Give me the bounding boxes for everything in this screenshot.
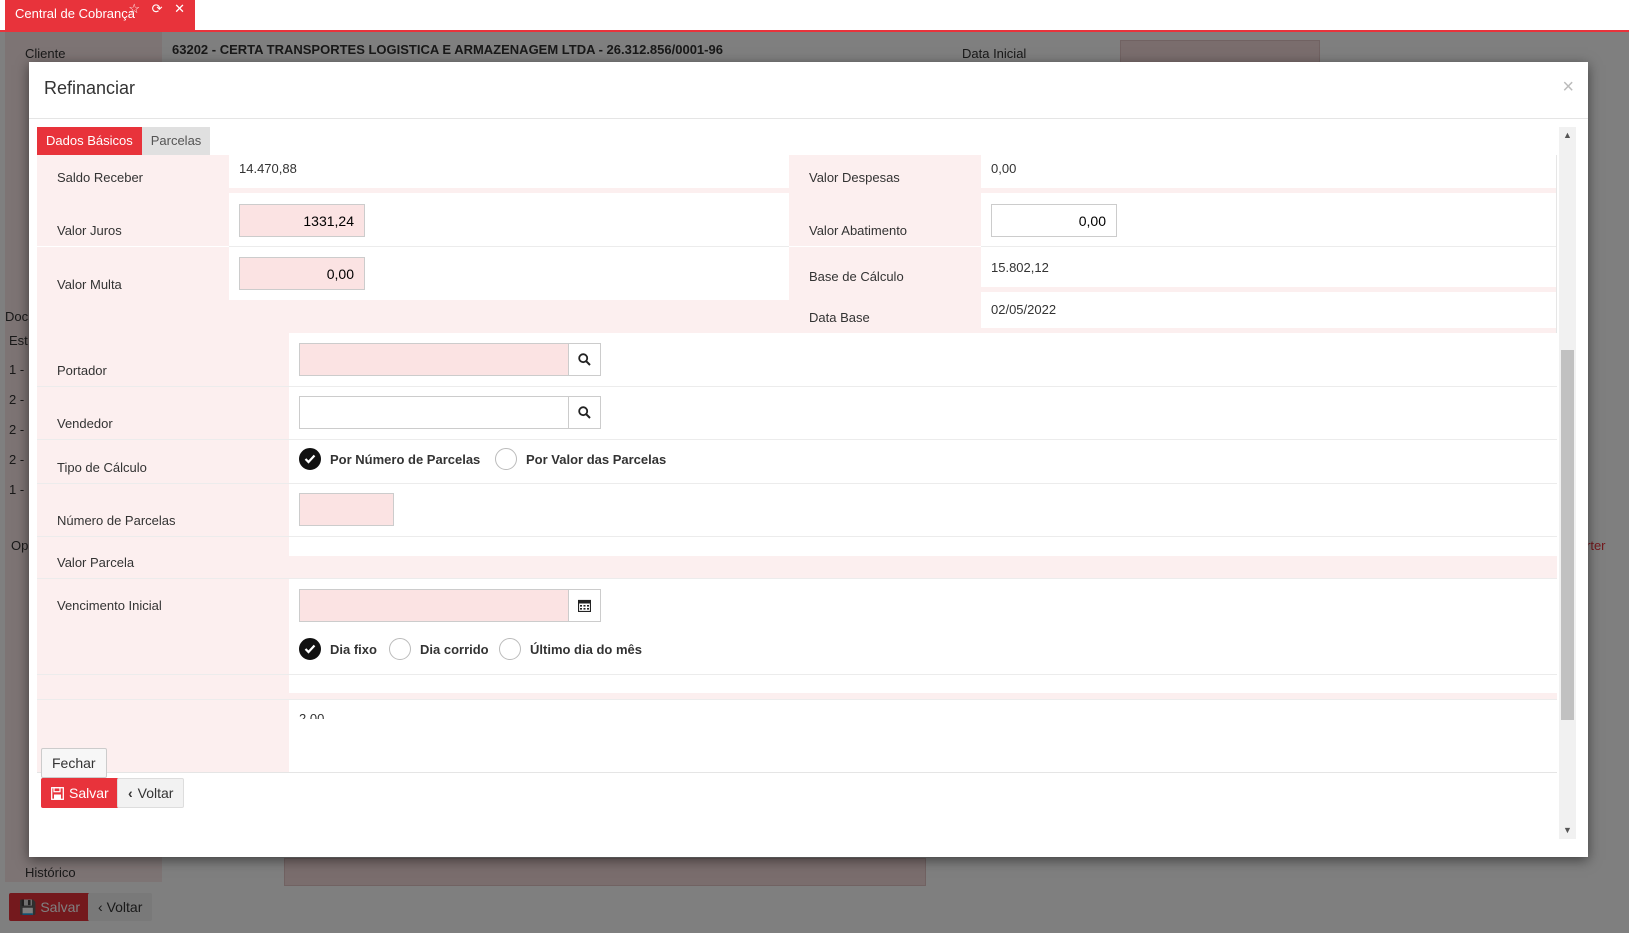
- search-icon: [578, 406, 591, 419]
- form-scrollbar[interactable]: ▲ ▼: [1559, 127, 1576, 839]
- portador-search-button[interactable]: [568, 343, 601, 376]
- tab-action-icons[interactable]: ☆ ⟳ ✕: [128, 1, 189, 17]
- radio-dia-fixo[interactable]: Dia fixo: [299, 638, 377, 660]
- chevron-left-icon: ‹: [128, 785, 133, 801]
- cut-off-value: 2,00: [299, 711, 325, 719]
- radio-unchecked-icon: [389, 638, 411, 660]
- base-calculo-value: 15.802,12: [991, 260, 1049, 275]
- valor-multa-label-cell: Valor Multa: [37, 247, 229, 300]
- row-underline: [981, 328, 1557, 333]
- data-base-label-cell: Data Base: [789, 292, 981, 333]
- tab-dados-basicos[interactable]: Dados Básicos: [37, 127, 142, 155]
- numero-parcelas-input[interactable]: [299, 493, 394, 526]
- saldo-receber-label-cell: Saldo Receber: [37, 155, 229, 193]
- valor-despesas-value: 0,00: [991, 161, 1017, 176]
- row-divider: [229, 246, 789, 247]
- radio-por-numero-parcelas[interactable]: Por Número de Parcelas: [299, 448, 480, 470]
- radio-label: Dia fixo: [330, 641, 377, 657]
- radio-unchecked-icon: [495, 448, 517, 470]
- save-button[interactable]: Salvar: [41, 778, 119, 808]
- row-underline: [981, 287, 1557, 292]
- radio-label: Dia corrido: [420, 641, 489, 657]
- tipo-calculo-label-cell: Tipo de Cálculo: [37, 440, 289, 483]
- row-underline: [229, 188, 789, 193]
- radio-label: Por Número de Parcelas: [330, 451, 481, 467]
- valor-multa-label: Valor Multa: [57, 277, 122, 292]
- refinanciar-modal: Refinanciar × Dados Básicos Parcelas Sal…: [29, 62, 1588, 857]
- valor-abatimento-input[interactable]: [991, 204, 1117, 237]
- search-icon: [578, 353, 591, 366]
- radio-checked-icon: [299, 638, 321, 660]
- left-block-spacer: [37, 300, 789, 333]
- modal-title: Refinanciar: [44, 78, 136, 98]
- data-base-label: Data Base: [809, 310, 870, 325]
- saldo-receber-label: Saldo Receber: [57, 170, 143, 185]
- valor-multa-input[interactable]: [239, 257, 365, 290]
- row-divider: [37, 699, 1557, 700]
- vendedor-label: Vendedor: [57, 416, 113, 431]
- valor-despesas-label: Valor Despesas: [809, 170, 900, 185]
- vencimento-calendar-button[interactable]: [568, 589, 601, 622]
- save-label: Salvar: [69, 785, 109, 801]
- close-modal-button[interactable]: Fechar: [41, 748, 107, 778]
- app-tab-central-cobranca[interactable]: Central de Cobrança ☆ ⟳ ✕: [5, 0, 195, 30]
- close-icon[interactable]: ×: [1562, 76, 1574, 99]
- saldo-receber-value: 14.470,88: [239, 161, 297, 176]
- row-divider: [981, 246, 1557, 247]
- tab-parcelas[interactable]: Parcelas: [141, 127, 211, 155]
- radio-dia-corrido[interactable]: Dia corrido: [389, 638, 489, 660]
- calendar-icon: [578, 599, 591, 612]
- vencimento-inicial-label: Vencimento Inicial: [57, 598, 162, 613]
- valor-juros-label-cell: Valor Juros: [37, 193, 229, 246]
- right-border: [1556, 155, 1557, 333]
- portador-label: Portador: [57, 363, 107, 378]
- vendedor-input[interactable]: [299, 396, 569, 429]
- app-tab-title: Central de Cobrança: [15, 6, 135, 21]
- scroll-down-icon[interactable]: ▼: [1559, 822, 1576, 839]
- numero-parcelas-label: Número de Parcelas: [57, 513, 176, 528]
- valor-despesas-label-cell: Valor Despesas: [789, 155, 981, 193]
- data-base-value: 02/05/2022: [991, 302, 1057, 317]
- vendedor-search-button[interactable]: [568, 396, 601, 429]
- scroll-thumb[interactable]: [1561, 350, 1574, 720]
- portador-input[interactable]: [299, 343, 569, 376]
- valor-abatimento-label-cell: Valor Abatimento: [789, 193, 981, 246]
- vencimento-inicial-label-cell: Vencimento Inicial: [37, 579, 289, 674]
- back-button[interactable]: ‹ Voltar: [117, 778, 185, 808]
- scroll-up-icon[interactable]: ▲: [1559, 127, 1576, 144]
- radio-ultimo-dia-mes[interactable]: Último dia do mês: [499, 638, 642, 660]
- radio-label: Por Valor das Parcelas: [526, 451, 667, 467]
- valor-juros-input[interactable]: [239, 204, 365, 237]
- numero-parcelas-label-cell: Número de Parcelas: [37, 484, 289, 536]
- radio-checked-icon: [299, 448, 321, 470]
- radio-unchecked-icon: [499, 638, 521, 660]
- vencimento-inicial-input[interactable]: [299, 589, 569, 622]
- radio-label: Último dia do mês: [530, 641, 642, 657]
- tipo-calculo-label: Tipo de Cálculo: [57, 460, 147, 475]
- base-calculo-label: Base de Cálculo: [809, 269, 904, 284]
- form-action-bar: Salvar ‹ Voltar: [37, 772, 1557, 813]
- form-scroll-area: Saldo Receber 14.470,88 Valor Juros Valo…: [37, 155, 1557, 772]
- base-calculo-label-cell: Base de Cálculo: [789, 247, 981, 292]
- valor-parcela-value-area: [289, 556, 1557, 578]
- valor-parcela-label-cell: Valor Parcela: [37, 537, 289, 578]
- valor-juros-label: Valor Juros: [57, 223, 122, 238]
- back-label: Voltar: [137, 785, 174, 801]
- valor-abatimento-label: Valor Abatimento: [809, 223, 908, 238]
- modal-tabs: Dados Básicos Parcelas: [37, 127, 211, 155]
- valor-parcela-label: Valor Parcela: [57, 555, 135, 570]
- vendedor-label-cell: Vendedor: [37, 387, 289, 439]
- row-underline: [981, 188, 1557, 193]
- portador-label-cell: Portador: [37, 333, 289, 386]
- modal-header: Refinanciar ×: [29, 62, 1588, 119]
- floppy-icon: [51, 786, 64, 800]
- radio-por-valor-parcelas[interactable]: Por Valor das Parcelas: [495, 448, 666, 470]
